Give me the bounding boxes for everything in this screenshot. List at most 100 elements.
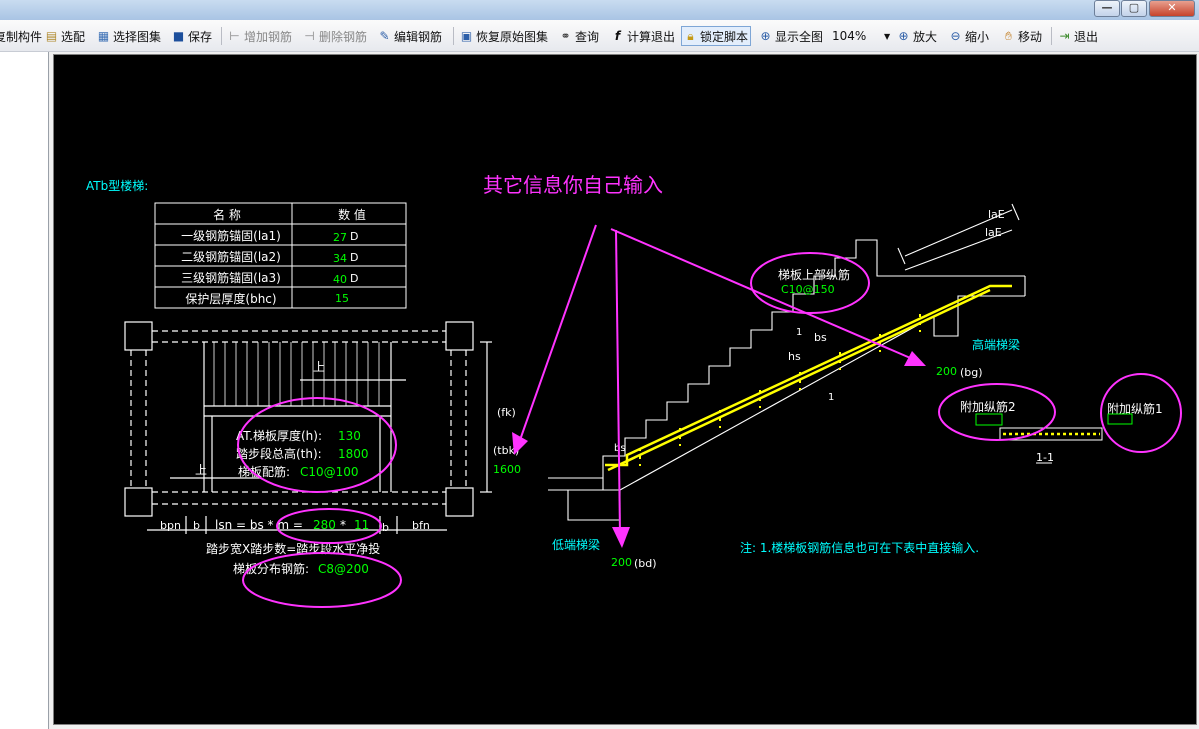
bg-label: (bg) [960, 366, 983, 379]
calc-exit-button[interactable]: f 计算退出 [611, 26, 675, 46]
zoom-out-icon: ⊖ [950, 28, 961, 43]
table-row-value[interactable]: 40 [333, 273, 347, 286]
table-row-name: 三级钢筋锚固(la3) [181, 270, 281, 285]
section-1-1-detail [975, 413, 1133, 464]
save-icon: ■ [172, 28, 185, 43]
annotation-text: 其它信息你自己输入 [483, 173, 663, 197]
restore-icon: ▣ [460, 28, 473, 43]
bg-value[interactable]: 200 [936, 365, 957, 378]
table-row-value[interactable]: 15 [335, 292, 349, 305]
restore-atlas-label: 恢复原始图集 [476, 29, 549, 44]
dropdown-arrow-icon: ▼ [884, 31, 891, 41]
lock-icon: 🔒︎ [687, 28, 694, 43]
zoom-out-label: 缩小 [965, 29, 990, 44]
minimize-button[interactable]: — [1094, 0, 1120, 17]
lock-script-button[interactable]: 🔒︎ 锁定脚本 [681, 26, 752, 46]
annotation-arrowheads [512, 351, 926, 548]
add-rebar-icon: ⊢ [229, 28, 240, 43]
bd-label: (bd) [634, 557, 657, 570]
config-icon: ▤ [45, 28, 58, 43]
stair-drawing: ATb型楼梯: 名 称 数 值 一级钢筋锚固(la1) 27 D 二级钢筋锚固(… [86, 173, 1182, 608]
atlas-icon: ▦ [97, 28, 110, 43]
zoom-in-button[interactable]: ⊕ 放大 [897, 26, 937, 46]
zoom-in-label: 放大 [913, 29, 938, 44]
toolbar-separator [221, 27, 222, 45]
save-label: 保存 [188, 29, 213, 44]
select-atlas-button[interactable]: ▦ 选择图集 [97, 26, 161, 46]
extra-rebar-2-label: 附加纵筋2 [960, 399, 1016, 414]
query-button[interactable]: ⚭ 查询 [559, 26, 599, 46]
calc-exit-label: 计算退出 [627, 29, 676, 44]
exit-button[interactable]: ⇥ 退出 [1058, 26, 1098, 46]
show-all-button[interactable]: ⊕ 显示全图 [759, 26, 823, 46]
height-value[interactable]: 1800 [338, 447, 369, 461]
thickness-value[interactable]: 130 [338, 429, 361, 443]
up-arrow-label: 上 [313, 360, 325, 374]
stair-plan-view [124, 321, 492, 534]
low-beam-label: 低端梯梁 [552, 537, 600, 552]
show-all-label: 显示全图 [775, 29, 824, 44]
rebar-value[interactable]: C10@100 [300, 465, 359, 479]
toolbar-separator [453, 27, 454, 45]
delete-rebar-icon: ⊣ [304, 28, 315, 43]
bs-dim-label: bs [814, 331, 827, 344]
select-atlas-label: 选择图集 [113, 29, 162, 44]
window-title-bar: — ▢ ✕ [0, 0, 1199, 20]
lsn-formula: lsn = bs * m = [215, 518, 303, 532]
table-header-name: 名 称 [213, 207, 241, 222]
edit-rebar-label: 编辑钢筋 [394, 29, 443, 44]
hs-dim-label: hs [788, 350, 801, 363]
plan-caption: 踏步宽X踏步数=踏步段水平净投 [206, 541, 380, 556]
zoom-extents-icon: ⊕ [760, 28, 771, 43]
top-rebar-label: 梯板上部纵筋 [778, 267, 850, 282]
bpn-label: bpn [160, 519, 181, 532]
edit-rebar-icon: ✎ [379, 28, 390, 43]
toolbar-separator [1051, 27, 1052, 45]
fk-label: (fk) [497, 406, 516, 419]
table-header-value: 数 值 [338, 207, 366, 222]
save-button[interactable]: ■ 保存 [172, 26, 212, 46]
b-label: b [382, 521, 389, 534]
edit-rebar-button[interactable]: ✎ 编辑钢筋 [378, 26, 442, 46]
delete-rebar-label: 删除钢筋 [319, 29, 368, 44]
move-button[interactable]: ✋︎ 移动 [1002, 26, 1042, 46]
lae-label: laE [985, 226, 1002, 239]
add-rebar-button[interactable]: ⊢ 增加钢筋 [228, 26, 292, 46]
m-value[interactable]: 11 [354, 518, 369, 532]
copy-component-button[interactable]: 复制构件 [0, 26, 42, 46]
table-row-unit: D [350, 251, 358, 264]
section-1-1-label: 1-1 [1036, 451, 1054, 464]
distribution-rebar-value[interactable]: C8@200 [318, 562, 369, 576]
up-arrow-label: 上 [195, 463, 207, 477]
delete-rebar-button[interactable]: ⊣ 删除钢筋 [303, 26, 367, 46]
table-row-value[interactable]: 27 [333, 231, 347, 244]
high-beam-label: 高端梯梁 [972, 337, 1020, 352]
zoom-out-button[interactable]: ⊖ 缩小 [949, 26, 989, 46]
table-row-value[interactable]: 34 [333, 252, 347, 265]
copy-component-label: 复制构件 [0, 29, 43, 44]
bd-value[interactable]: 200 [611, 556, 632, 569]
maximize-button[interactable]: ▢ [1121, 0, 1147, 17]
lock-script-label: 锁定脚本 [700, 29, 749, 44]
select-config-button[interactable]: ▤ 选配 [45, 26, 85, 46]
bs-value[interactable]: 280 [313, 518, 336, 532]
hand-icon: ✋︎ [1005, 28, 1012, 43]
zoom-select[interactable]: 104% ▼ [832, 26, 892, 46]
exit-label: 退出 [1074, 29, 1099, 44]
close-button[interactable]: ✕ [1149, 0, 1195, 17]
b-label: b [193, 519, 200, 532]
note-text: 注: 1.楼梯板钢筋信息也可在下表中直接输入. [740, 540, 979, 555]
table-row-unit: D [350, 230, 358, 243]
left-panel[interactable] [0, 52, 49, 729]
add-rebar-label: 增加钢筋 [244, 29, 293, 44]
drawing-canvas[interactable]: ATb型楼梯: 名 称 数 值 一级钢筋锚固(la1) 27 D 二级钢筋锚固(… [53, 54, 1197, 725]
zoom-value: 104% [832, 29, 867, 43]
toolbar: 复制构件 ▤ 选配 ▦ 选择图集 ■ 保存 ⊢ 增加钢筋 ⊣ 删除钢筋 ✎ 编辑钢筋 ▣ 恢复… [0, 20, 1199, 52]
top-rebar-value[interactable]: C10@150 [781, 283, 835, 296]
stair-type-title: ATb型楼梯: [86, 178, 148, 193]
table-row-name: 一级钢筋锚固(la1) [181, 228, 281, 243]
table-row-name: 二级钢筋锚固(la2) [181, 249, 281, 264]
width-value[interactable]: 1600 [493, 463, 521, 476]
restore-atlas-button[interactable]: ▣ 恢复原始图集 [460, 26, 548, 46]
bfn-label: bfn [412, 519, 430, 532]
